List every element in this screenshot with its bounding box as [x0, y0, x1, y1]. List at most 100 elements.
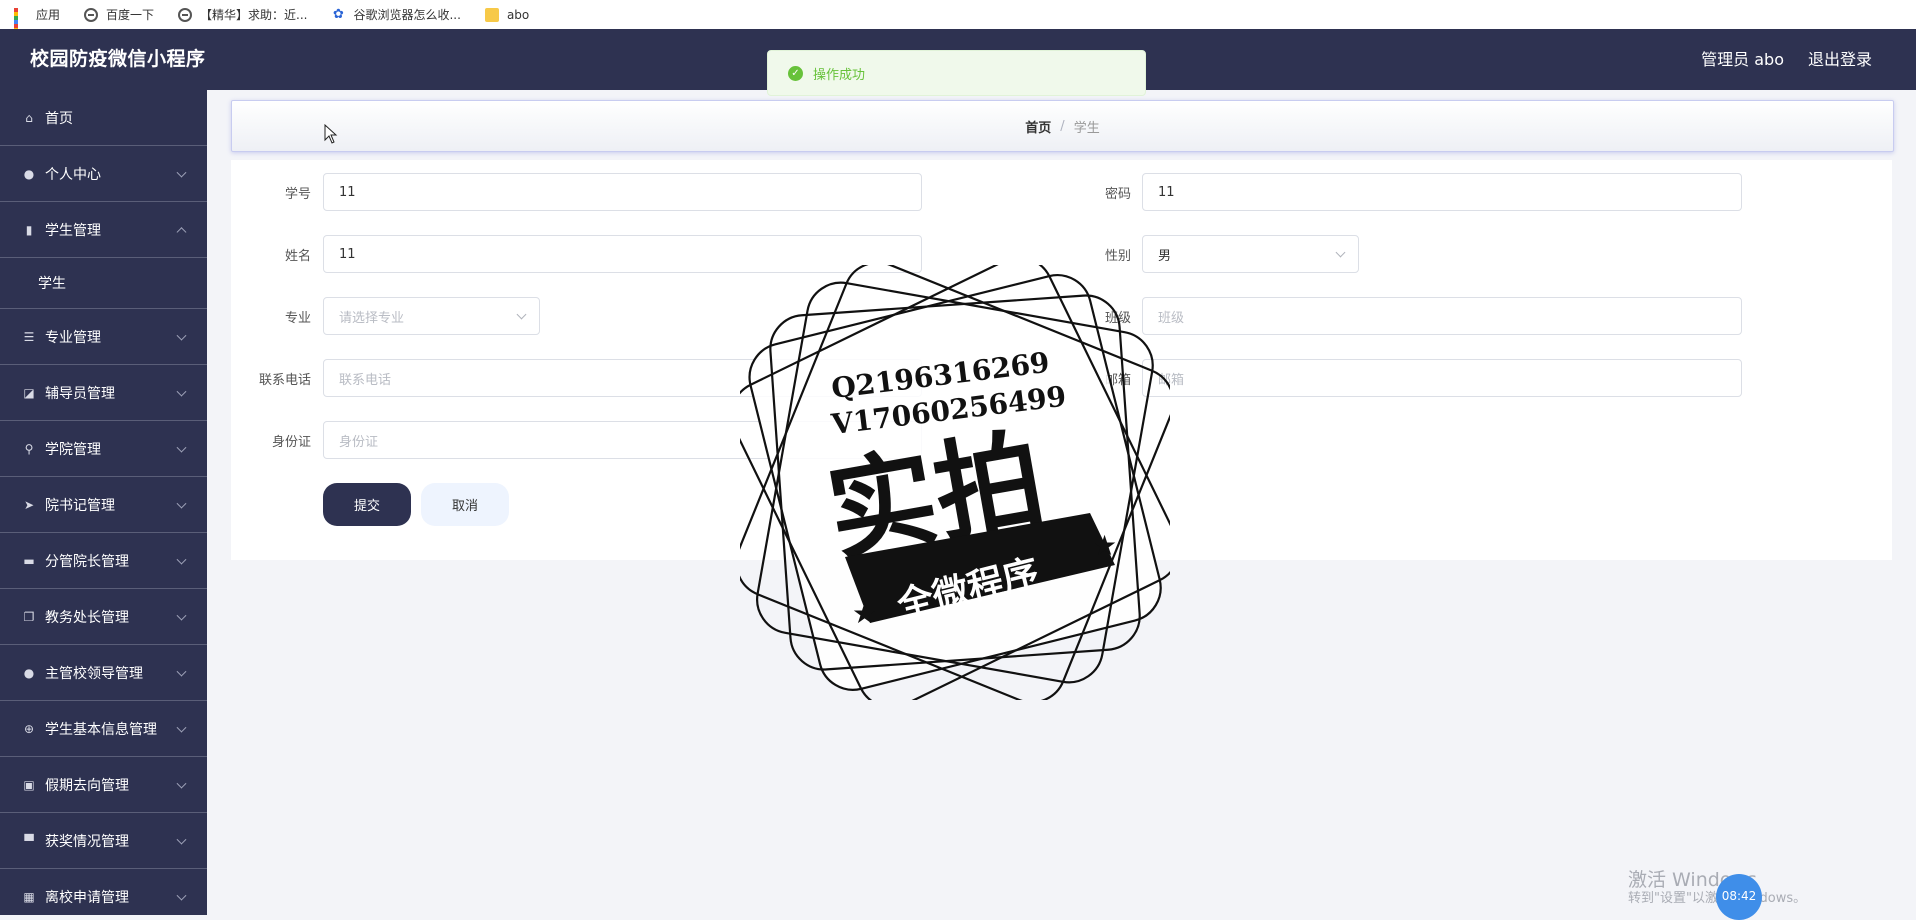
chevron-down-icon [176, 610, 187, 621]
chevron-down-icon [176, 834, 187, 845]
chevron-down-icon [176, 778, 187, 789]
calendar-icon: ▦ [23, 889, 35, 904]
bookmark-chrome[interactable]: ✿ 谷歌浏览器怎么收... [331, 6, 461, 23]
sidebar-item-college-management[interactable]: ⚲ 学院管理 [0, 421, 207, 477]
watermark-stamp: Q2196316269 V17060256499 实拍 全微程序 ★ ★ [740, 265, 1170, 700]
chevron-down-icon [176, 554, 187, 565]
major-select-placeholder: 请选择专业 [339, 310, 405, 326]
check-circle-icon: ✓ [788, 65, 803, 81]
sidebar: ⌂ 首页 ● 个人中心 ▮ 学生管理 学生 ☰ 专业管理 ◪ 辅导员管理 ⚲ 学… [0, 90, 207, 915]
major-label: 专业 [284, 311, 311, 326]
name-label: 姓名 [284, 249, 311, 264]
chevron-down-icon [1335, 247, 1346, 258]
sidebar-item-label: 获奖情况管理 [45, 833, 129, 850]
sidebar-item-secretary-management[interactable]: ➤ 院书记管理 [0, 477, 207, 533]
sidebar-item-label: 学院管理 [45, 441, 101, 458]
star-icon: ★ [852, 597, 877, 630]
password-field[interactable]: 11 [1142, 173, 1742, 211]
copy-icon: ❐ [23, 609, 35, 624]
password-label: 密码 [1104, 187, 1131, 202]
sidebar-item-label: 教务处长管理 [45, 609, 129, 626]
bookmark-label: 【精华】求助：近... [200, 8, 308, 22]
baidu-paw-icon: ✿ [333, 6, 344, 22]
chevron-down-icon [176, 498, 187, 509]
sidebar-item-major-management[interactable]: ☰ 专业管理 [0, 309, 207, 365]
submit-button[interactable]: 提交 [323, 483, 411, 526]
sidebar-item-label: 个人中心 [45, 166, 101, 183]
sidebar-item-label: 学生管理 [45, 222, 101, 239]
folder-icon [484, 7, 499, 22]
sidebar-subitem-student[interactable]: 学生 [0, 258, 207, 309]
current-user: 管理员 abo [1701, 50, 1784, 69]
class-field[interactable]: 班级 [1142, 297, 1742, 335]
breadcrumb: 首页 / 学生 [231, 100, 1894, 152]
user-icon: ● [23, 166, 35, 181]
bookmark-label: abo [506, 7, 530, 22]
list-icon: ☰ [23, 329, 35, 344]
microphone-icon: ⚲ [24, 441, 34, 456]
chevron-down-icon [176, 167, 187, 178]
toast-message: 操作成功 [813, 67, 866, 83]
breadcrumb-separator: / [1060, 118, 1065, 134]
send-icon: ➤ [23, 497, 35, 512]
sidebar-item-holiday-destination-management[interactable]: ▣ 假期去向管理 [0, 757, 207, 813]
person-icon: ● [23, 665, 35, 680]
clock-badge: 08:42 [1716, 874, 1762, 920]
mouse-cursor-icon [324, 124, 338, 144]
globe-icon [84, 7, 99, 22]
sidebar-item-home[interactable]: ⌂ 首页 [0, 90, 207, 146]
bookmark-apps[interactable]: 应用 [14, 6, 61, 44]
gender-select[interactable]: 男 [1142, 235, 1359, 273]
sidebar-item-label: 学生基本信息管理 [45, 721, 157, 738]
sidebar-item-school-leader-management[interactable]: ● 主管校领导管理 [0, 645, 207, 701]
clipboard-icon: ▣ [23, 777, 35, 792]
chart-icon: ◪ [23, 385, 35, 400]
gender-select-value: 男 [1158, 248, 1172, 264]
books-icon: ▮ [25, 222, 33, 237]
chevron-down-icon [176, 386, 187, 397]
sidebar-item-awards-management[interactable]: ▀ 获奖情况管理 [0, 813, 207, 869]
chevron-down-icon [176, 442, 187, 453]
sidebar-item-label: 辅导员管理 [45, 385, 115, 402]
email-field[interactable]: 邮箱 [1142, 359, 1742, 397]
bookmark-help[interactable]: 【精华】求助：近... [178, 6, 307, 23]
chevron-down-icon [176, 890, 187, 901]
bookmark-abo[interactable]: abo [484, 7, 530, 22]
breadcrumb-current: 学生 [1073, 120, 1100, 136]
sidebar-item-academic-director-management[interactable]: ❐ 教务处长管理 [0, 589, 207, 645]
sidebar-item-label: 首页 [45, 110, 73, 127]
success-toast: ✓ 操作成功 [767, 50, 1146, 96]
sidebar-item-student-management[interactable]: ▮ 学生管理 [0, 202, 207, 258]
student-id-field[interactable]: 11 [323, 173, 922, 211]
sidebar-item-vice-dean-management[interactable]: ▬ 分管院长管理 [0, 533, 207, 589]
phone-label: 联系电话 [258, 373, 311, 388]
sidebar-item-student-info-management[interactable]: ⊕ 学生基本信息管理 [0, 701, 207, 757]
bookmarks-bar: 应用 百度一下 【精华】求助：近... ✿ 谷歌浏览器怎么收... abo [0, 0, 1916, 44]
sidebar-item-leave-school-management[interactable]: ▦ 离校申请管理 [0, 869, 207, 915]
compass-icon: ⊕ [23, 721, 35, 736]
breadcrumb-home[interactable]: 首页 [1025, 117, 1051, 136]
sidebar-item-label: 假期去向管理 [45, 777, 129, 794]
sidebar-item-label: 专业管理 [45, 329, 101, 346]
bookmark-label: 百度一下 [106, 8, 155, 22]
bookmark-label: 谷歌浏览器怎么收... [353, 8, 461, 22]
trophy-icon: ▀ [24, 833, 34, 848]
bookmark-baidu[interactable]: 百度一下 [84, 6, 154, 23]
sidebar-item-label: 院书记管理 [45, 497, 115, 514]
sidebar-item-counselor-management[interactable]: ◪ 辅导员管理 [0, 365, 207, 421]
sidebar-item-label: 分管院长管理 [45, 553, 129, 570]
chevron-up-icon [176, 226, 187, 237]
major-select[interactable]: 请选择专业 [323, 297, 540, 335]
sidebar-item-label: 主管校领导管理 [45, 665, 143, 682]
app-title: 校园防疫微信小程序 [30, 48, 206, 70]
chevron-down-icon [176, 330, 187, 341]
globe-icon [178, 7, 193, 22]
monitor-icon: ▬ [23, 553, 35, 568]
chevron-down-icon [176, 666, 187, 677]
cancel-button[interactable]: 取消 [421, 483, 509, 526]
sidebar-item-personal-center[interactable]: ● 个人中心 [0, 146, 207, 202]
chevron-down-icon [176, 722, 187, 733]
gender-label: 性别 [1104, 249, 1131, 264]
bookmark-label: 应用 [36, 8, 61, 22]
logout-button[interactable]: 退出登录 [1808, 29, 1872, 90]
